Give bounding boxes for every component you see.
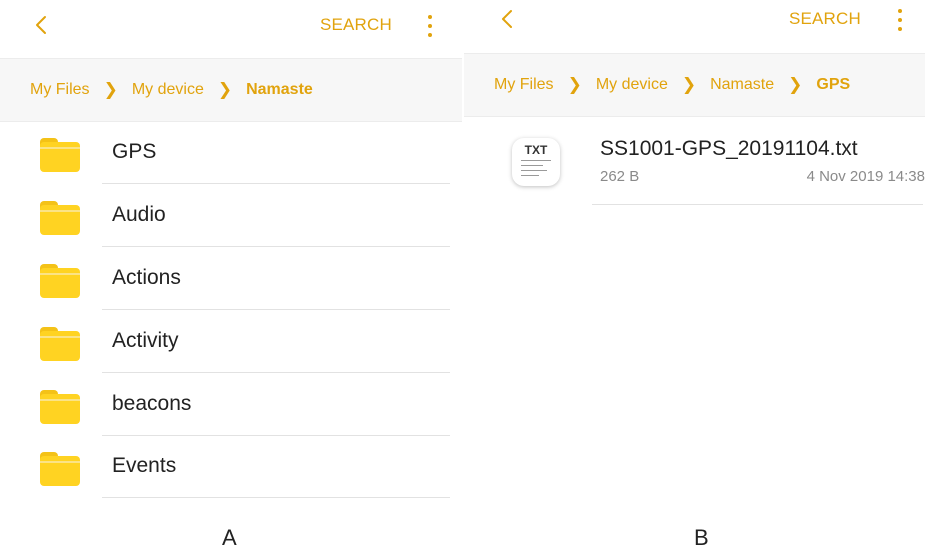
chevron-right-icon: ❯ [103,80,118,99]
file-size: 262 B [600,168,640,185]
file-item[interactable]: TXT SS1001-GPS_20191104.txt 262 B 4 Nov … [464,128,925,205]
folder-item-gps[interactable]: GPS [0,122,462,184]
file-browser-panel-b: SEARCH My Files ❯ My device ❯ Namaste ❯ … [464,0,925,515]
folder-name: Activity [112,329,179,352]
breadcrumb: My Files ❯ My device ❯ Namaste [0,58,462,122]
folder-icon [40,201,80,235]
more-vertical-icon[interactable] [895,7,905,33]
breadcrumb-namaste[interactable]: Namaste [710,76,774,94]
folder-name: Events [112,454,177,477]
chevron-right-icon: ❯ [567,75,582,94]
file-type-label: TXT [524,143,548,157]
folder-name: beacons [112,392,192,415]
chevron-right-icon: ❯ [788,75,803,94]
chevron-left-icon[interactable] [496,4,520,34]
folder-icon [40,452,80,486]
folder-name: Actions [112,266,181,289]
breadcrumb-my-device[interactable]: My device [132,81,204,99]
search-button[interactable]: SEARCH [320,15,392,35]
folder-item-beacons[interactable]: beacons [0,374,462,436]
top-app-bar: SEARCH [0,0,462,55]
chevron-right-icon: ❯ [681,75,697,94]
folder-icon [40,138,80,172]
breadcrumb-my-files[interactable]: My Files [30,81,90,99]
breadcrumb: My Files ❯ My device ❯ Namaste ❯ GPS [464,53,925,117]
breadcrumb-my-device[interactable]: My device [596,76,668,94]
folder-name: GPS [112,140,157,163]
folder-icon [40,264,80,298]
txt-file-icon: TXT [512,138,560,186]
file-name: SS1001-GPS_20191104.txt [600,137,858,160]
breadcrumb-my-files[interactable]: My Files [494,76,554,94]
more-vertical-icon[interactable] [425,13,435,39]
file-browser-panel-a: SEARCH My Files ❯ My device ❯ Namaste GP… [0,0,462,515]
folder-item-activity[interactable]: Activity [0,311,462,373]
folder-icon [40,327,80,361]
divider [592,204,923,205]
chevron-right-icon: ❯ [217,80,233,99]
chevron-left-icon[interactable] [30,10,54,40]
caption-a: A [222,525,237,550]
search-button[interactable]: SEARCH [789,9,861,29]
file-date: 4 Nov 2019 14:38 [806,168,925,185]
divider [102,309,450,310]
caption-b: B [694,525,709,550]
breadcrumb-namaste[interactable]: Namaste [246,81,313,99]
divider [102,246,450,247]
divider [102,497,450,498]
folder-name: Audio [112,203,166,226]
folder-item-audio[interactable]: Audio [0,185,462,247]
breadcrumb-gps[interactable]: GPS [816,76,850,94]
top-app-bar: SEARCH [464,0,925,55]
folder-icon [40,390,80,424]
folder-item-events[interactable]: Events [0,436,462,498]
folder-item-actions[interactable]: Actions [0,248,462,310]
divider [102,372,450,373]
divider [102,183,450,184]
